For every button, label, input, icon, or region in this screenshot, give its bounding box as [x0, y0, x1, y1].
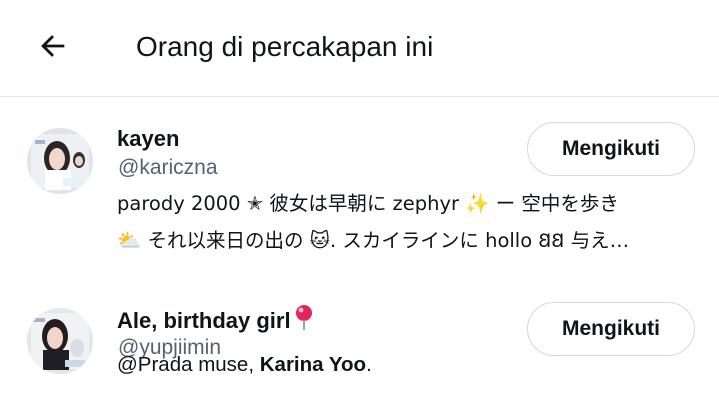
pin-icon [293, 304, 315, 338]
avatar[interactable] [27, 128, 93, 194]
bio-line: ⛅ それ以来日の出の 🐱. スカイラインに hollo 𐐒𐐒 与え… [117, 229, 630, 252]
top-bar: Orang di percakapan ini [0, 0, 719, 97]
user-bio: @Prada muse, Karina Yoo. [117, 346, 692, 383]
bio-suffix: . [366, 353, 372, 376]
display-name[interactable]: kayen [117, 124, 179, 154]
page-title: Orang di percakapan ini [136, 31, 434, 62]
display-name-bold: Ale [117, 308, 152, 333]
arrow-left-icon [41, 35, 65, 57]
bio-line: parody 2000 ✭ 彼女は早朝に zephyr ✨ ー 空中を歩き [117, 192, 619, 215]
following-button[interactable]: Mengikuti [527, 122, 695, 176]
back-button[interactable] [26, 26, 80, 66]
display-name-rest: , birthday girl [151, 308, 291, 333]
bio-bold-text: Karina Yoo [259, 353, 367, 376]
bio-text: @Prada muse, [117, 353, 260, 376]
username: @kariczna [118, 156, 218, 179]
user-cell[interactable]: Ale, birthday girl @yupjiimin Mengikuti … [0, 300, 719, 416]
user-cell[interactable]: kayen @kariczna Mengikuti parody 2000 ✭ … [0, 120, 719, 285]
avatar[interactable] [27, 308, 93, 374]
user-bio: parody 2000 ✭ 彼女は早朝に zephyr ✨ ー 空中を歩き ⛅ … [117, 185, 692, 259]
